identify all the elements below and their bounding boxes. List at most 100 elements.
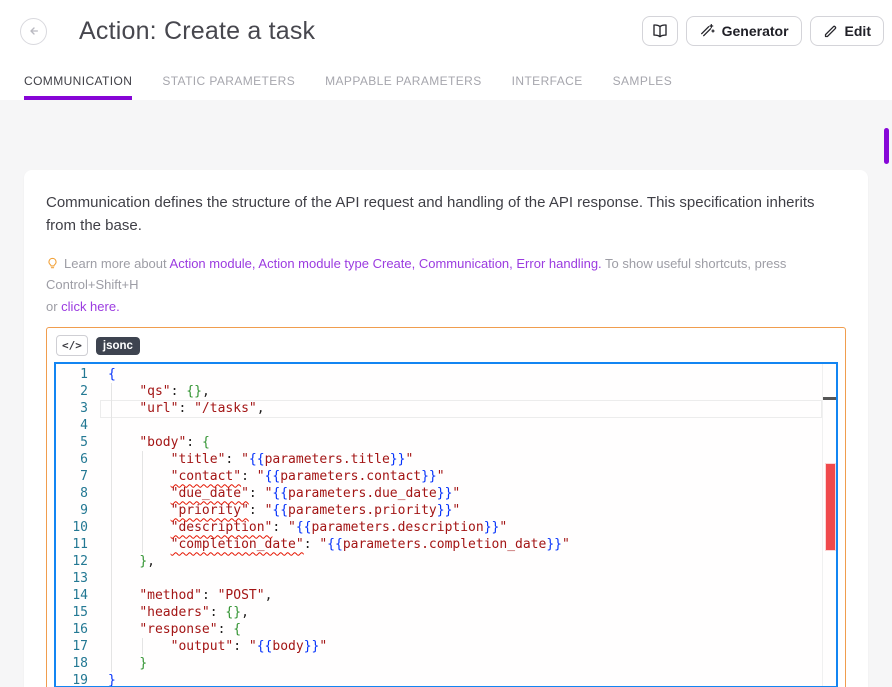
code-token: {{ bbox=[249, 452, 265, 467]
code-token: : bbox=[218, 622, 234, 637]
code-token: {{ bbox=[296, 520, 312, 535]
line-number[interactable]: 4 bbox=[56, 417, 88, 434]
tip-link[interactable]: click here. bbox=[61, 299, 120, 314]
code-token-error: "priority" bbox=[171, 503, 249, 518]
code-token-error: "completion_date" bbox=[171, 537, 304, 552]
line-number[interactable]: 11 bbox=[56, 536, 88, 553]
code-token: : bbox=[202, 588, 218, 603]
line-number[interactable]: 19 bbox=[56, 672, 88, 687]
code-token: "/tasks" bbox=[194, 401, 257, 416]
code-line[interactable]: "body": { bbox=[100, 434, 822, 451]
line-number[interactable]: 7 bbox=[56, 468, 88, 485]
code-token: }} bbox=[484, 520, 500, 535]
code-token: : bbox=[210, 605, 226, 620]
tip-link[interactable]: Communication, bbox=[419, 256, 517, 271]
line-number[interactable]: 16 bbox=[56, 621, 88, 638]
line-number[interactable]: 6 bbox=[56, 451, 88, 468]
tab-static-parameters[interactable]: STATIC PARAMETERS bbox=[162, 62, 295, 100]
code-line[interactable]: "description": "{{parameters.description… bbox=[100, 519, 822, 536]
code-token: " bbox=[562, 537, 570, 552]
tip-link[interactable]: Action module, bbox=[170, 256, 259, 271]
code-line[interactable]: "url": "/tasks", bbox=[100, 400, 822, 417]
title-row: Action: Create a task Generator bbox=[0, 0, 892, 62]
code-token: }} bbox=[421, 469, 437, 484]
back-button[interactable] bbox=[20, 18, 47, 45]
code-token: {{ bbox=[272, 486, 288, 501]
line-number[interactable]: 9 bbox=[56, 502, 88, 519]
code-line[interactable] bbox=[100, 570, 822, 587]
generator-button[interactable]: Generator bbox=[686, 16, 802, 46]
code-token: body bbox=[272, 639, 303, 654]
code-token: : bbox=[272, 520, 288, 535]
code-token: parameters.title bbox=[265, 452, 390, 467]
code-line[interactable]: "output": "{{body}}" bbox=[100, 638, 822, 655]
code-token: parameters.completion_date bbox=[343, 537, 547, 552]
code-token bbox=[108, 469, 171, 484]
code-line[interactable]: "due_date": "{{parameters.due_date}}" bbox=[100, 485, 822, 502]
code-line[interactable]: "contact": "{{parameters.contact}}" bbox=[100, 468, 822, 485]
code-line[interactable]: { bbox=[100, 366, 822, 383]
code-token: , bbox=[147, 554, 155, 569]
lightbulb-icon bbox=[46, 257, 59, 270]
tab-interface[interactable]: INTERFACE bbox=[512, 62, 583, 100]
tip-link[interactable]: Error handling. bbox=[516, 256, 601, 271]
edit-button[interactable]: Edit bbox=[810, 16, 884, 46]
language-badge: jsonc bbox=[96, 337, 140, 355]
line-number[interactable]: 12 bbox=[56, 553, 88, 570]
code-token: }} bbox=[304, 639, 320, 654]
code-lines[interactable]: { "qs": {}, "url": "/tasks", "body": { "… bbox=[100, 364, 822, 686]
code-line[interactable]: "headers": {}, bbox=[100, 604, 822, 621]
line-number[interactable]: 10 bbox=[56, 519, 88, 536]
code-line[interactable]: } bbox=[100, 655, 822, 672]
tab-samples[interactable]: SAMPLES bbox=[613, 62, 673, 100]
tip-line-2: or click here. bbox=[46, 296, 846, 317]
code-token: : bbox=[171, 384, 187, 399]
line-number[interactable]: 8 bbox=[56, 485, 88, 502]
code-line[interactable]: "qs": {}, bbox=[100, 383, 822, 400]
code-token: " bbox=[241, 452, 249, 467]
code-line[interactable]: "title": "{{parameters.title}}" bbox=[100, 451, 822, 468]
line-number[interactable]: 13 bbox=[56, 570, 88, 587]
code-token: parameters.due_date bbox=[288, 486, 437, 501]
code-token: : bbox=[186, 435, 202, 450]
code-token: : bbox=[225, 452, 241, 467]
line-number[interactable]: 15 bbox=[56, 604, 88, 621]
code-token: " bbox=[499, 520, 507, 535]
main-card: Communication defines the structure of t… bbox=[24, 170, 868, 687]
description-text: Communication defines the structure of t… bbox=[46, 192, 846, 237]
code-line[interactable]: "method": "POST", bbox=[100, 587, 822, 604]
code-line[interactable]: }, bbox=[100, 553, 822, 570]
code-token: "qs" bbox=[139, 384, 170, 399]
code-token: : bbox=[304, 537, 320, 552]
code-token: "headers" bbox=[139, 605, 209, 620]
code-token bbox=[108, 639, 171, 654]
tip-link[interactable]: Action module type Create, bbox=[258, 256, 418, 271]
page-scrollbar-thumb[interactable] bbox=[884, 128, 889, 164]
docs-button[interactable] bbox=[642, 16, 678, 46]
code-editor[interactable]: 12345678910111213141516171819 { "qs": {}… bbox=[54, 362, 838, 687]
line-number[interactable]: 5 bbox=[56, 434, 88, 451]
book-icon bbox=[651, 22, 669, 40]
line-number[interactable]: 14 bbox=[56, 587, 88, 604]
line-number[interactable]: 18 bbox=[56, 655, 88, 672]
code-token: "body" bbox=[139, 435, 186, 450]
code-token bbox=[108, 384, 139, 399]
magic-wand-icon bbox=[699, 23, 715, 39]
code-token bbox=[108, 554, 139, 569]
code-line[interactable]: } bbox=[100, 672, 822, 686]
code-token-error: "description" bbox=[171, 520, 273, 535]
line-number[interactable]: 17 bbox=[56, 638, 88, 655]
line-number[interactable]: 1 bbox=[56, 366, 88, 383]
code-line[interactable]: "completion_date": "{{parameters.complet… bbox=[100, 536, 822, 553]
code-line[interactable]: "priority": "{{parameters.priority}}" bbox=[100, 502, 822, 519]
tab-mappable-parameters[interactable]: MAPPABLE PARAMETERS bbox=[325, 62, 482, 100]
content-area: Communication defines the structure of t… bbox=[0, 100, 892, 687]
line-number[interactable]: 2 bbox=[56, 383, 88, 400]
code-line[interactable] bbox=[100, 417, 822, 434]
gutter[interactable]: 12345678910111213141516171819 bbox=[56, 364, 100, 686]
code-line[interactable]: "response": { bbox=[100, 621, 822, 638]
code-token: " bbox=[452, 486, 460, 501]
line-number[interactable]: 3 bbox=[56, 400, 88, 417]
editor-scrollbar[interactable] bbox=[822, 364, 836, 686]
tab-communication[interactable]: COMMUNICATION bbox=[24, 62, 132, 100]
